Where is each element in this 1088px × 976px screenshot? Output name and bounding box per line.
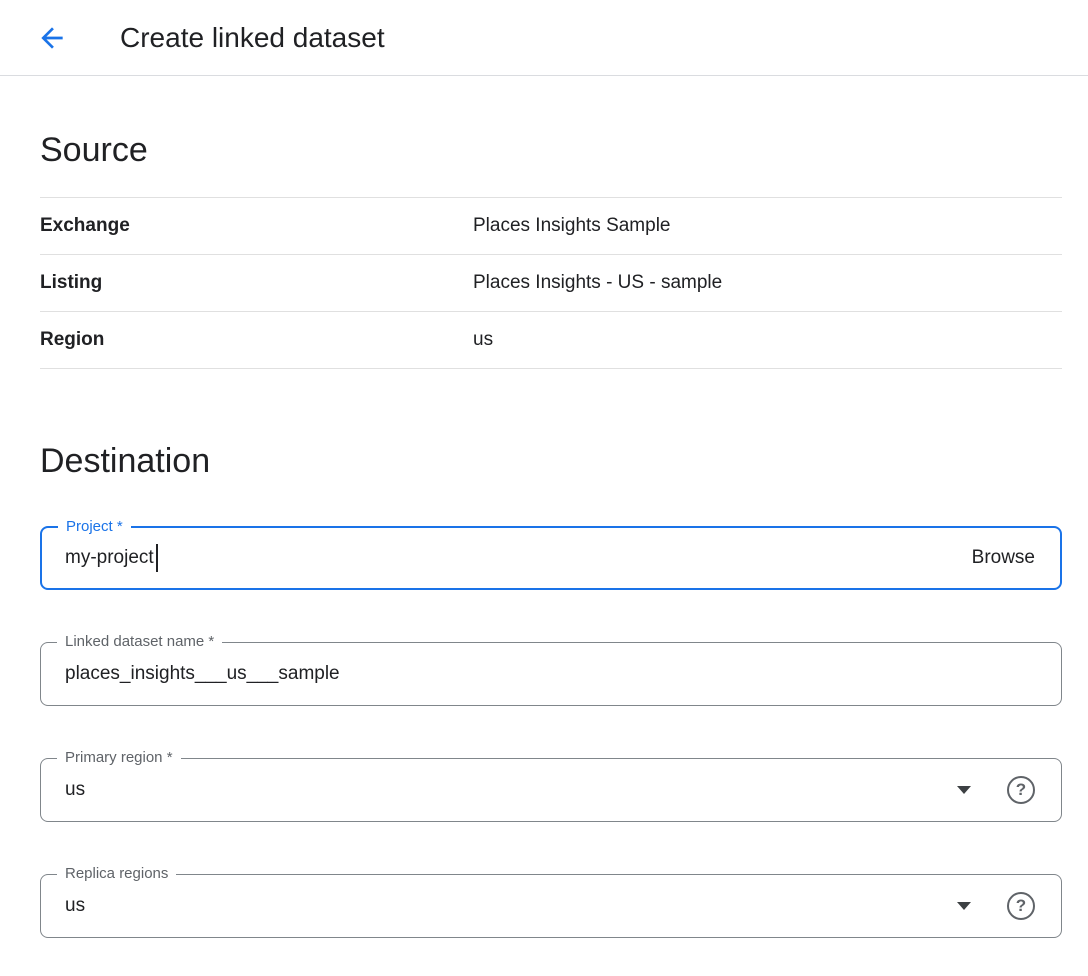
row-value-listing: Places Insights - US - sample <box>473 272 1062 294</box>
help-icon[interactable]: ? <box>1007 892 1035 920</box>
arrow-back-icon <box>36 22 68 54</box>
project-field-label: Project * <box>58 517 131 537</box>
table-row-listing: Listing Places Insights - US - sample <box>40 255 1062 312</box>
linked-dataset-name-value[interactable]: places_insights___us___sample <box>65 663 340 685</box>
table-row-region: Region us <box>40 312 1062 369</box>
replica-regions-label: Replica regions <box>57 864 176 884</box>
chevron-down-icon[interactable] <box>957 786 971 794</box>
row-value-region: us <box>473 329 1062 351</box>
replica-regions-select[interactable]: Replica regions us ? <box>40 874 1062 938</box>
main-content: Source Exchange Places Insights Sample L… <box>0 130 1088 938</box>
linked-dataset-name-field[interactable]: Linked dataset name * places_insights___… <box>40 642 1062 706</box>
row-label-listing: Listing <box>40 272 473 294</box>
linked-dataset-name-label: Linked dataset name * <box>57 632 222 652</box>
page-title: Create linked dataset <box>120 22 385 54</box>
row-label-exchange: Exchange <box>40 215 473 237</box>
help-icon[interactable]: ? <box>1007 776 1035 804</box>
destination-heading: Destination <box>40 441 1062 482</box>
row-label-region: Region <box>40 329 473 351</box>
text-caret <box>156 544 158 572</box>
source-info-table: Exchange Places Insights Sample Listing … <box>40 197 1062 369</box>
primary-region-label: Primary region * <box>57 748 181 768</box>
back-button[interactable] <box>30 16 74 60</box>
chevron-down-icon[interactable] <box>957 902 971 910</box>
table-row-exchange: Exchange Places Insights Sample <box>40 198 1062 255</box>
primary-region-select[interactable]: Primary region * us ? <box>40 758 1062 822</box>
row-value-exchange: Places Insights Sample <box>473 215 1062 237</box>
project-input-value[interactable]: my-project <box>65 547 154 569</box>
primary-region-value: us <box>65 779 85 801</box>
project-field[interactable]: Project * my-project Browse <box>40 526 1062 590</box>
replica-regions-value: us <box>65 895 85 917</box>
source-heading: Source <box>40 130 1062 171</box>
browse-button[interactable]: Browse <box>972 547 1035 569</box>
page-header: Create linked dataset <box>0 0 1088 76</box>
